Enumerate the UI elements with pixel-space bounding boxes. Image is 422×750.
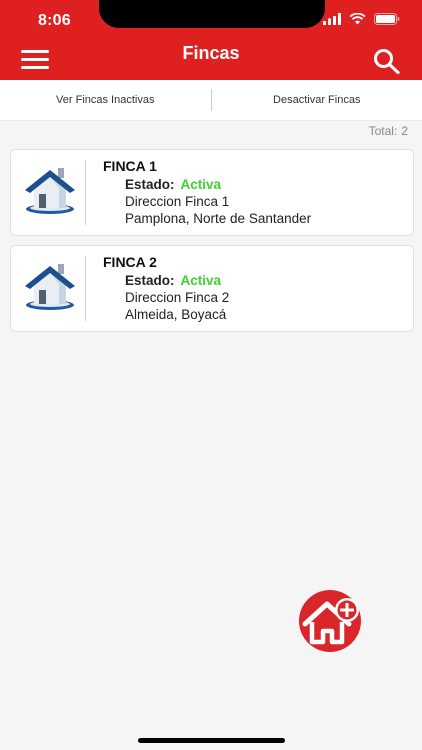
page-title: Fincas [182, 43, 240, 63]
device-notch [99, 0, 325, 28]
house-icon [25, 168, 75, 214]
finca-name: FINCA 1 [103, 158, 157, 174]
estado-value: Activa [180, 273, 222, 288]
finca-ubicacion: Pamplona, Norte de Santander [125, 211, 312, 226]
search-icon[interactable] [372, 48, 402, 74]
total-value: 2 [401, 124, 408, 138]
finca-estado: Estado: Activa [125, 273, 221, 288]
house-icon [25, 264, 75, 310]
estado-value: Activa [180, 177, 222, 192]
finca-card[interactable]: FINCA 1 Estado: Activa Direccion Finca 1 … [10, 149, 414, 236]
home-indicator [138, 738, 285, 743]
status-time: 8:06 [38, 12, 71, 29]
estado-label: Estado: [125, 273, 175, 288]
desactivar-fincas-button[interactable]: Desactivar Fincas [212, 94, 422, 106]
finca-name: FINCA 2 [103, 254, 157, 270]
add-house-icon[interactable] [291, 590, 369, 652]
status-icons [323, 13, 400, 25]
finca-card[interactable]: FINCA 2 Estado: Activa Direccion Finca 2 … [10, 245, 414, 332]
card-divider [85, 256, 86, 321]
finca-ubicacion: Almeida, Boyacá [125, 307, 227, 322]
estado-label: Estado: [125, 177, 175, 192]
total-label: Total: [368, 124, 398, 138]
app-header: 8:06 Fincas [0, 0, 422, 80]
card-divider [85, 160, 86, 225]
finca-direccion: Direccion Finca 2 [125, 290, 230, 305]
signal-icon [323, 13, 341, 25]
finca-direccion: Direccion Finca 1 [125, 194, 230, 209]
total-count: Total: 2 [369, 124, 408, 138]
battery-icon [374, 13, 400, 25]
ver-fincas-inactivas-button[interactable]: Ver Fincas Inactivas [0, 94, 211, 106]
finca-estado: Estado: Activa [125, 177, 221, 192]
action-toolbar: Ver Fincas Inactivas Desactivar Fincas [0, 80, 422, 121]
wifi-icon [349, 13, 366, 25]
